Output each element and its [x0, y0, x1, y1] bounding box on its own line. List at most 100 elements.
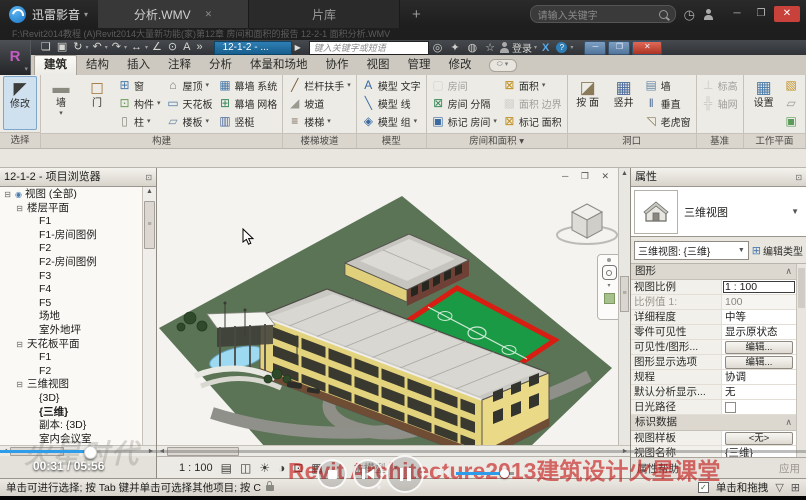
tree-item-三维视图[interactable]: ⊟三维视图 [0, 378, 142, 392]
revit-minimize-button[interactable]: ─ [584, 41, 606, 55]
player-minimize-button[interactable]: ─ [726, 6, 748, 22]
property-button[interactable]: 编辑... [725, 356, 793, 369]
previous-caret-icon[interactable]: ▾ [377, 483, 381, 492]
volume-handle[interactable] [500, 469, 509, 478]
detail-level-icon[interactable]: ▤ [221, 461, 232, 475]
property-value-默认分析显示...[interactable]: 无 [722, 385, 796, 399]
ribbon-tab-结构[interactable]: 结构 [77, 56, 118, 75]
ribbon-tab-管理[interactable]: 管理 [399, 56, 440, 75]
redo-icon[interactable]: ↷ [112, 40, 121, 55]
ribbon-button-房间 分隔[interactable]: ⊠房间 分隔 [430, 94, 499, 112]
ribbon-tab-体量和场地[interactable]: 体量和场地 [241, 56, 317, 75]
tree-item-F1[interactable]: F1 [0, 215, 142, 229]
tree-item-室外地坪[interactable]: 室外地坪 [0, 324, 142, 338]
ribbon-tab-注释[interactable]: 注释 [159, 56, 200, 75]
measure-caret-icon[interactable]: ▾ [145, 44, 148, 51]
property-value-视图比例[interactable]: 1 : 100 [722, 280, 796, 294]
ribbon-panel-label[interactable]: 房间和面积 ▾ [427, 133, 567, 148]
view-instance-combo[interactable]: 三维视图: {三维} ▼ [634, 241, 749, 260]
revit-close-button[interactable]: ✕ [632, 41, 662, 55]
tree-item-F2[interactable]: F2 [0, 365, 142, 379]
history-clock-icon[interactable]: ◷ [684, 8, 695, 21]
checkbox[interactable] [725, 402, 736, 413]
view-scale-button[interactable]: 1 : 100 [179, 462, 213, 474]
type-selector[interactable]: 三维视图 ▼ [631, 187, 806, 237]
measure-icon[interactable]: ↔ [131, 40, 142, 55]
sync-caret-icon[interactable]: ▾ [86, 44, 89, 51]
ribbon-button-窗[interactable]: ⊞窗 [116, 76, 163, 94]
ribbon-button-面积[interactable]: ⊠面积▾ [501, 76, 564, 94]
zoom-tool-icon[interactable] [604, 293, 615, 304]
visual-style-icon[interactable]: ◫ [240, 461, 251, 475]
infocenter-search-input[interactable]: 键入关键字或短语 [309, 41, 429, 55]
ribbon-button-ref-plane[interactable]: ▱ [783, 94, 800, 112]
text-icon[interactable]: A [183, 40, 190, 55]
properties-scrollbar-thumb[interactable] [798, 268, 805, 308]
help-caret-icon[interactable]: ▾ [570, 44, 573, 51]
project-selector-caret-icon[interactable]: ▶ [295, 43, 301, 52]
communication-icon[interactable]: ◍ [468, 41, 478, 54]
ribbon-tab-建筑[interactable]: 建筑 [34, 55, 77, 75]
combo-caret-icon[interactable]: ▼ [738, 247, 745, 254]
ribbon-panel-label[interactable]: 洞口 [568, 133, 696, 148]
revit-restore-button[interactable]: ❐ [608, 41, 630, 55]
signin-caret-icon[interactable]: ▾ [534, 44, 537, 51]
properties-scrollbar[interactable] [796, 264, 806, 457]
tree-item-视图 (全部)[interactable]: ⊟◉视图 (全部) [0, 188, 142, 202]
tree-item-F1-房间图例[interactable]: F1-房间图例 [0, 229, 142, 243]
tree-item-天花板平面[interactable]: ⊟天花板平面 [0, 338, 142, 352]
ribbon-tab-修改[interactable]: 修改 [440, 56, 481, 75]
ribbon-button-模型 线[interactable]: ╲模型 线 [360, 94, 423, 112]
tree-item-F2-房间图例[interactable]: F2-房间图例 [0, 256, 142, 270]
shadows-icon[interactable]: ◑ [278, 461, 285, 475]
subscription-icon[interactable]: ✦ [450, 41, 459, 54]
ribbon-button-设置[interactable]: ▦设置 [747, 76, 781, 132]
volume-speaker-icon[interactable] [437, 467, 449, 477]
project-browser-titlebar[interactable]: 12-1-2 - 项目浏览器 ⊡ [0, 168, 156, 187]
tree-item-{3D}[interactable]: {3D} [0, 392, 142, 406]
properties-titlebar[interactable]: 属性 ⊡ [631, 168, 806, 187]
ribbon-button-幕墙 系统[interactable]: ▦幕墙 系统 [217, 76, 280, 94]
ribbon-button-栏杆扶手[interactable]: ╱栏杆扶手▾ [286, 76, 353, 94]
ribbon-button-楼板[interactable]: ▱楼板▾ [165, 112, 215, 130]
exchange-apps-icon[interactable]: X [542, 42, 549, 54]
tree-item-F5[interactable]: F5 [0, 297, 142, 311]
property-value-可见性/图形...[interactable]: 编辑... [722, 340, 796, 354]
video-progress-bar[interactable] [0, 450, 806, 453]
open-icon[interactable]: ❏ [41, 40, 51, 55]
pause-button[interactable] [386, 455, 424, 493]
view-window-controls[interactable]: ─ ❐ ✕ [562, 171, 614, 182]
sun-path-icon[interactable]: ☀ [259, 461, 270, 475]
ribbon-panel-label[interactable]: 模型 [357, 133, 426, 148]
property-value-图形显示选项[interactable]: 编辑... [722, 355, 796, 369]
expander-icon[interactable]: ⊟ [15, 202, 24, 216]
expander-icon[interactable]: ⊟ [3, 188, 12, 202]
ribbon-button-老虎窗[interactable]: ◹老虎窗 [643, 112, 693, 130]
ribbon-panel-label[interactable]: 选择 [0, 132, 40, 148]
undo-icon[interactable]: ↶ [93, 40, 102, 55]
tab-close-icon[interactable]: ✕ [205, 9, 213, 20]
ribbon-button-天花板[interactable]: ▭天花板 [165, 94, 215, 112]
revit-app-button[interactable]: R▾ [0, 40, 31, 75]
signin-person-icon[interactable] [499, 42, 510, 53]
ribbon-button-标记 面积[interactable]: ⊠标记 面积 [501, 112, 564, 130]
ribbon-button-墙[interactable]: ▬墙▾ [44, 76, 78, 132]
ribbon-button-坡道[interactable]: ◢坡道 [286, 94, 353, 112]
ribbon-button-竖梃[interactable]: ▥竖梃 [217, 112, 280, 130]
property-button[interactable]: 编辑... [725, 341, 793, 354]
player-maximize-button[interactable]: ❐ [750, 6, 772, 22]
ribbon-button-门[interactable]: ◻门 [80, 76, 114, 132]
ribbon-button-标记 房间[interactable]: ▣标记 房间▾ [430, 112, 499, 130]
player-close-button[interactable]: ✕ [774, 6, 800, 22]
ribbon-button-修改[interactable]: ◤修改 [3, 76, 37, 130]
lock-icon[interactable] [266, 485, 274, 491]
ribbon-panel-label[interactable]: 工作平面 [744, 133, 805, 148]
sync-icon[interactable]: ↻ [73, 40, 82, 55]
ribbon-tab-视图[interactable]: 视图 [358, 56, 399, 75]
favorites-star-icon[interactable]: ☆ [485, 41, 495, 54]
player-tab-1[interactable]: 片库 [249, 0, 400, 28]
drawing-canvas[interactable]: ─ ❐ ✕ ▾ ▲ ≡ [157, 168, 630, 445]
new-tab-button[interactable]: + [400, 6, 433, 23]
ribbon-tab-协作[interactable]: 协作 [317, 56, 358, 75]
ribbon-button-show-workplane[interactable]: ▧ [783, 76, 800, 94]
